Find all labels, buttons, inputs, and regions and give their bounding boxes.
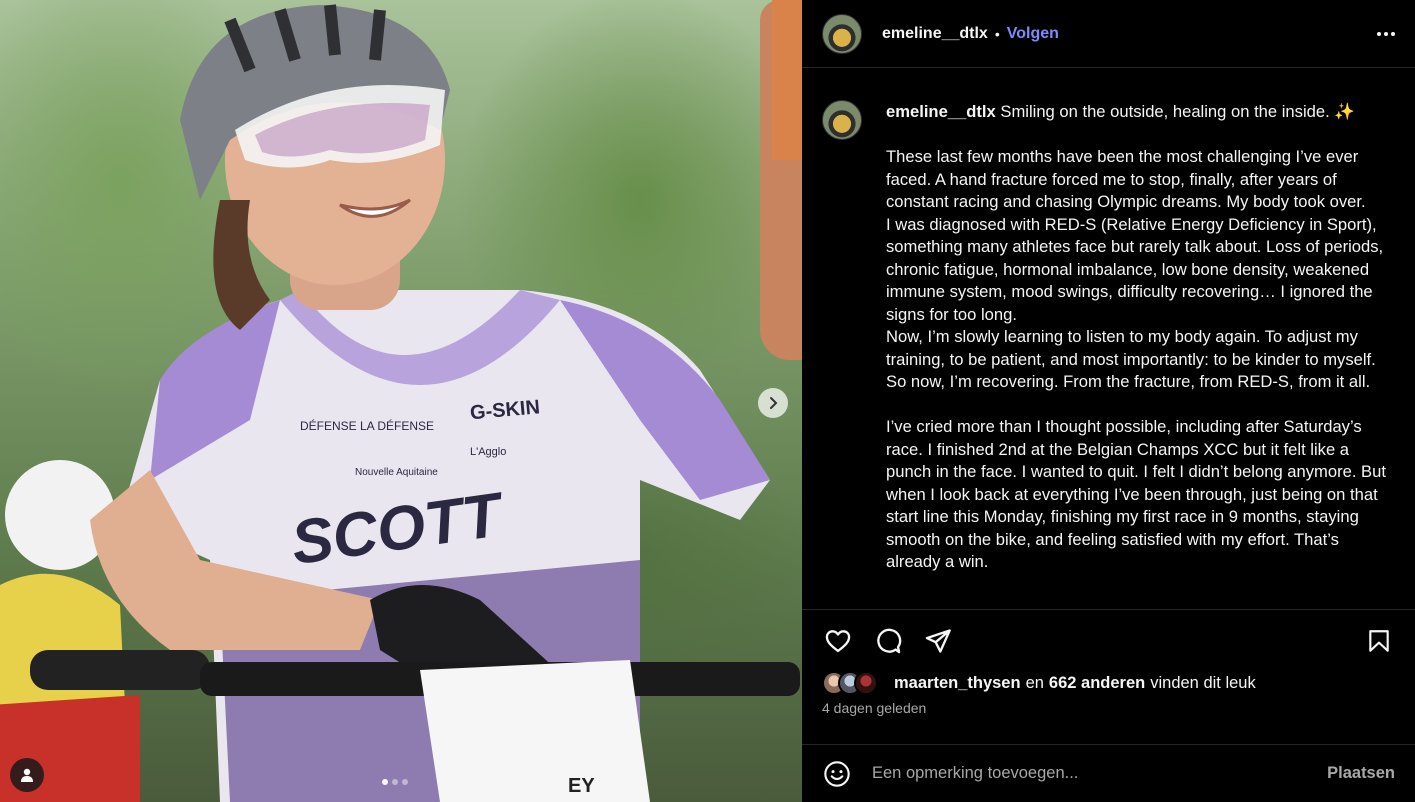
rider-illustration: SCOTT G-SKIN DÉFENSE LA DÉFENSE Nouvelle…: [30, 4, 800, 802]
first-liker-link[interactable]: maarten_thysen: [894, 674, 1021, 693]
post-header: emeline__dtlx • Volgen: [802, 0, 1415, 68]
caption-username[interactable]: emeline__dtlx: [886, 102, 996, 121]
carousel-next-button[interactable]: [758, 388, 788, 418]
caption-section: emeline__dtlx Smiling on the outside, he…: [802, 68, 1415, 608]
post-details-panel: emeline__dtlx • Volgen emeline__dtlx Smi…: [802, 0, 1415, 802]
post-actions-section: maarten_thysen en 662 anderen vinden dit…: [802, 609, 1415, 716]
comment-input[interactable]: [872, 764, 1328, 783]
comment-composer: Plaatsen: [802, 744, 1415, 802]
post-comment-button[interactable]: Plaatsen: [1327, 764, 1395, 783]
likes-summary: maarten_thysen en 662 anderen vinden dit…: [802, 668, 1415, 698]
jersey-region-text: Nouvelle Aquitaine: [355, 467, 438, 478]
carousel-dot: [392, 779, 398, 785]
chevron-right-icon: [770, 397, 778, 409]
follow-button[interactable]: Volgen: [1007, 25, 1059, 43]
user-tag-icon: [21, 768, 33, 782]
likes-joiner: en: [1025, 673, 1044, 692]
comment-button[interactable]: [872, 625, 904, 657]
avatar: [854, 671, 878, 695]
post-caption: emeline__dtlx Smiling on the outside, he…: [886, 101, 1395, 574]
tagged-users-button[interactable]: [10, 758, 44, 792]
comment-icon: [877, 628, 902, 654]
likes-count-link[interactable]: 662 anderen: [1049, 674, 1145, 693]
like-button[interactable]: [822, 625, 854, 657]
post-image[interactable]: SCOTT G-SKIN DÉFENSE LA DÉFENSE Nouvelle…: [0, 0, 802, 802]
send-icon: [925, 629, 951, 653]
caption-text: Smiling on the outside, healing on the i…: [886, 102, 1386, 571]
bookmark-icon: [1369, 630, 1389, 652]
header-username[interactable]: emeline__dtlx: [882, 25, 988, 43]
separator-dot: •: [994, 25, 1000, 42]
post-timestamp[interactable]: 4 dagen geleden: [802, 700, 1415, 716]
jersey-defense-text: DÉFENSE LA DÉFENSE: [300, 418, 434, 433]
jersey-agglo-text: L'Agglo: [470, 446, 506, 458]
carousel-dot: [402, 779, 408, 785]
action-bar: [802, 610, 1415, 672]
carousel-indicator: [382, 779, 408, 785]
avatar[interactable]: [822, 13, 862, 54]
carousel-dot: [382, 779, 388, 785]
likes-suffix: vinden dit leuk: [1150, 673, 1256, 692]
share-button[interactable]: [922, 625, 954, 657]
caption-avatar[interactable]: [822, 100, 862, 140]
emoji-button[interactable]: [822, 759, 852, 789]
emoji-icon: [824, 760, 850, 787]
more-horizontal-icon[interactable]: [1377, 31, 1395, 36]
heart-icon: [825, 630, 851, 653]
liker-avatars[interactable]: [822, 671, 878, 695]
save-button[interactable]: [1363, 625, 1395, 657]
number-plate-sponsor-text: EY: [568, 775, 595, 797]
